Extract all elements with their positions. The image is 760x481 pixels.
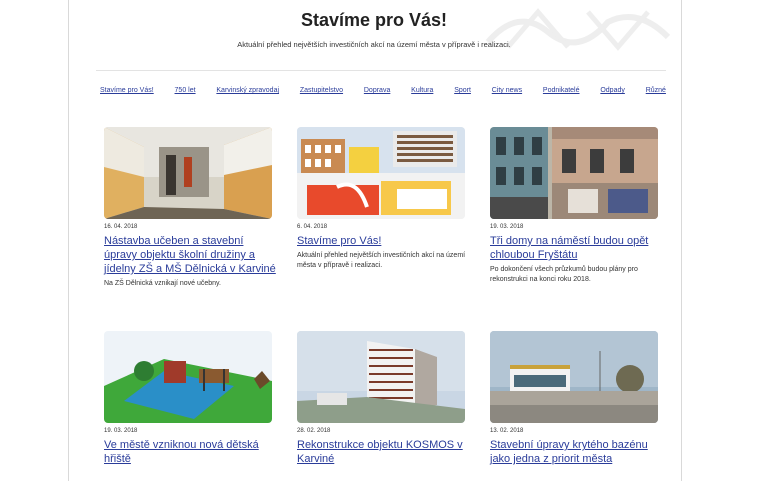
article-image-building-collage[interactable]: [297, 127, 465, 219]
nav-link-ruzne[interactable]: Různé: [646, 87, 666, 94]
page-subtitle: Aktuální přehled největších investičních…: [237, 40, 511, 49]
nav-link-zpravodaj[interactable]: Karvinský zpravodaj: [216, 87, 279, 94]
category-nav: Stavíme pro Vás! 750 let Karvinský zprav…: [100, 87, 666, 94]
article-date: 19. 03. 2018: [104, 428, 138, 434]
article-title-link[interactable]: Stavební úpravy krytého bazénu jako jedn…: [490, 438, 664, 466]
page-title: Stavíme pro Vás!: [300, 10, 448, 30]
nav-link-city-news[interactable]: City news: [492, 87, 522, 94]
article-date: 16. 04. 2018: [104, 224, 138, 230]
article-image-playground[interactable]: [104, 331, 272, 423]
nav-link-staveme[interactable]: Stavíme pro Vás!: [100, 87, 154, 94]
article-image-school-corridor[interactable]: [104, 127, 272, 219]
article-title-link[interactable]: Stavíme pro Vás!: [297, 234, 471, 248]
article-title-link[interactable]: Tři domy na náměstí budou opět chloubou …: [490, 234, 664, 262]
header-divider: [96, 70, 666, 71]
article-description: Na ZŠ Dělnická vznikají nové učebny.: [104, 280, 221, 287]
nav-link-podnikatele[interactable]: Podnikatelé: [543, 87, 580, 94]
nav-link-doprava[interactable]: Doprava: [364, 87, 390, 94]
article-image-swimming-pool[interactable]: [490, 331, 658, 423]
article-title-link[interactable]: Rekonstrukce objektu KOSMOS v Karviné: [297, 438, 471, 466]
nav-link-kultura[interactable]: Kultura: [411, 87, 433, 94]
article-date: 13. 02. 2018: [490, 428, 524, 434]
article-card[interactable]: 6. 04. 2018 Stavíme pro Vás! Aktuální př…: [297, 127, 471, 271]
nav-link-zastupitelstvo[interactable]: Zastupitelstvo: [300, 87, 343, 94]
article-date: 28. 02. 2018: [297, 428, 331, 434]
article-card[interactable]: 16. 04. 2018 Nástavba učeben a stavební …: [104, 127, 278, 289]
article-card[interactable]: 13. 02. 2018 Stavební úpravy krytého baz…: [490, 331, 664, 466]
article-card[interactable]: 28. 02. 2018 Rekonstrukce objektu KOSMOS…: [297, 331, 471, 466]
nav-link-odpady[interactable]: Odpady: [600, 87, 625, 94]
article-title-link[interactable]: Nástavba učeben a stavební úpravy objekt…: [104, 234, 278, 276]
article-date: 6. 04. 2018: [297, 224, 328, 230]
article-card[interactable]: 19. 03. 2018 Ve městě vzniknou nová děts…: [104, 331, 278, 466]
article-description: Po dokončení všech průzkumů budou plány …: [490, 266, 638, 283]
nav-link-sport[interactable]: Sport: [454, 87, 471, 94]
article-description: Aktuální přehled největších investičních…: [297, 252, 466, 269]
nav-link-750-let[interactable]: 750 let: [175, 87, 196, 94]
article-date: 19. 03. 2018: [490, 224, 524, 230]
article-title-link[interactable]: Ve městě vzniknou nová dětská hřiště: [104, 438, 278, 466]
article-image-kosmos-building[interactable]: [297, 331, 465, 423]
article-image-square-houses[interactable]: [490, 127, 658, 219]
article-card[interactable]: 19. 03. 2018 Tři domy na náměstí budou o…: [490, 127, 664, 285]
page-header: Stavíme pro Vás! Aktuální přehled největ…: [68, 8, 680, 49]
